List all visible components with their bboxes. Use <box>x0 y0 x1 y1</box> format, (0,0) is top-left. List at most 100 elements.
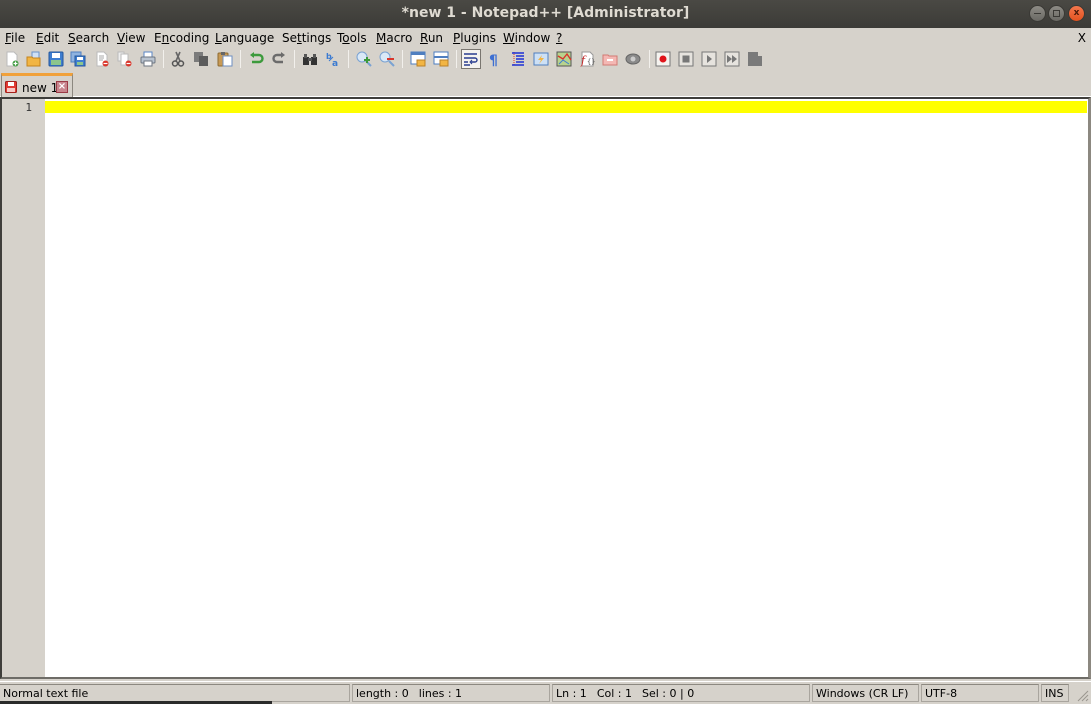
toolbar: ba ¶ f{} <box>0 48 1091 70</box>
menu-label: acro <box>386 31 413 45</box>
playback-button[interactable] <box>699 49 719 69</box>
status-lines: lines : 1 <box>418 687 463 700</box>
user-defined-language-button[interactable] <box>531 49 551 69</box>
toolbar-separator <box>240 50 241 68</box>
close-document-button[interactable]: X <box>1078 31 1086 45</box>
open-folder-icon <box>26 51 41 67</box>
save-recorded-macro-button[interactable] <box>745 49 765 69</box>
close-all-icon <box>117 51 132 67</box>
new-file-button[interactable] <box>2 49 22 69</box>
maximize-button[interactable] <box>1048 5 1065 22</box>
status-insert-mode[interactable]: INS <box>1041 684 1069 702</box>
document-map-button[interactable] <box>554 49 574 69</box>
close-window-button[interactable]: x <box>1068 5 1085 22</box>
line-number-gutter: 1 <box>2 99 45 677</box>
function-list-button[interactable]: f{} <box>577 49 597 69</box>
save-all-button[interactable] <box>68 49 88 69</box>
tab-new-1[interactable]: new 1 × <box>1 73 73 98</box>
status-ln: Ln : 1 <box>556 687 587 700</box>
run-macro-multiple-button[interactable] <box>722 49 742 69</box>
sync-vertical-scroll-button[interactable] <box>408 49 428 69</box>
toolbar-separator <box>348 50 349 68</box>
zoom-in-button[interactable] <box>354 49 374 69</box>
stop-icon <box>678 51 694 67</box>
show-all-characters-button[interactable]: ¶ <box>484 49 504 69</box>
zoom-out-button[interactable] <box>377 49 397 69</box>
print-icon <box>140 51 156 67</box>
status-file-type: Normal text file <box>0 684 350 702</box>
status-sel: Sel : 0 | 0 <box>641 687 695 700</box>
menu-label: dit <box>43 31 60 45</box>
text-editor-area[interactable] <box>48 99 1088 677</box>
sync-vertical-icon <box>410 51 426 67</box>
monitoring-button[interactable] <box>623 49 643 69</box>
status-length-lines: length : 0 lines : 1 <box>352 684 550 702</box>
replace-button[interactable]: ba <box>323 49 343 69</box>
menu-edit[interactable]: Edit <box>36 31 59 45</box>
indent-guide-button[interactable] <box>508 49 528 69</box>
menu-mnemonic: M <box>376 31 387 45</box>
print-button[interactable] <box>138 49 158 69</box>
paste-icon <box>217 52 233 67</box>
redo-button[interactable] <box>269 49 289 69</box>
menu-label: anguage <box>221 31 275 45</box>
close-all-button[interactable] <box>115 49 135 69</box>
menu-macro[interactable]: Macro <box>376 31 412 45</box>
menu-window[interactable]: Window <box>503 31 550 45</box>
sync-horizontal-scroll-button[interactable] <box>431 49 451 69</box>
save-button[interactable] <box>46 49 66 69</box>
unsaved-file-icon <box>5 81 17 93</box>
document-tab-bar: new 1 × <box>0 70 1091 98</box>
copy-button[interactable] <box>191 49 211 69</box>
menu-view[interactable]: View <box>117 31 145 45</box>
status-length: length : 0 <box>356 687 409 700</box>
status-col: Col : 1 <box>596 687 632 700</box>
word-wrap-button[interactable] <box>461 49 481 69</box>
pilcrow-icon: ¶ <box>489 53 498 67</box>
resize-grip-icon[interactable] <box>1075 688 1089 702</box>
save-all-icon <box>70 51 86 67</box>
menu-mnemonic: L <box>215 31 222 45</box>
close-file-button[interactable] <box>92 49 112 69</box>
menu-tools[interactable]: Tools <box>337 31 367 45</box>
function-list-icon: f{} <box>580 51 595 67</box>
open-file-button[interactable] <box>24 49 44 69</box>
start-recording-button[interactable] <box>653 49 673 69</box>
toolbar-separator <box>456 50 457 68</box>
menu-search[interactable]: Search <box>68 31 109 45</box>
paste-button[interactable] <box>215 49 235 69</box>
word-wrap-icon <box>464 53 478 66</box>
stop-recording-button[interactable] <box>676 49 696 69</box>
tab-close-button[interactable]: × <box>56 81 68 93</box>
sync-horizontal-icon <box>433 51 449 67</box>
menu-settings[interactable]: Settings <box>282 31 331 45</box>
menu-label-pre: Se <box>282 31 297 45</box>
copy-icon <box>194 52 208 66</box>
undo-icon <box>250 52 264 64</box>
menu-plugins[interactable]: Plugins <box>453 31 496 45</box>
status-eol[interactable]: Windows (CR LF) <box>812 684 919 702</box>
menu-label: ile <box>11 31 26 45</box>
minimize-button[interactable] <box>1029 5 1046 22</box>
redo-icon <box>272 52 285 64</box>
indent-guide-icon <box>512 52 524 66</box>
menu-encoding[interactable]: Encoding <box>154 31 209 45</box>
menu-label: coding <box>169 31 210 45</box>
menu-file[interactable]: File <box>5 31 25 45</box>
menu-mnemonic: ? <box>556 31 563 45</box>
menu-run[interactable]: Run <box>420 31 443 45</box>
undo-button[interactable] <box>246 49 266 69</box>
svg-text:¶: ¶ <box>489 53 498 67</box>
menu-mnemonic: o <box>342 31 350 45</box>
menu-mnemonic: V <box>117 31 125 45</box>
new-file-icon <box>6 51 19 67</box>
menu-language[interactable]: Language <box>215 31 274 45</box>
folder-as-workspace-button[interactable] <box>600 49 620 69</box>
status-encoding[interactable]: UTF-8 <box>921 684 1039 702</box>
close-icon: x <box>1073 8 1080 18</box>
play-icon <box>701 51 717 67</box>
udl-icon <box>533 52 549 66</box>
find-button[interactable] <box>300 49 320 69</box>
menu-help[interactable]: ? <box>556 31 562 45</box>
cut-button[interactable] <box>168 49 188 69</box>
